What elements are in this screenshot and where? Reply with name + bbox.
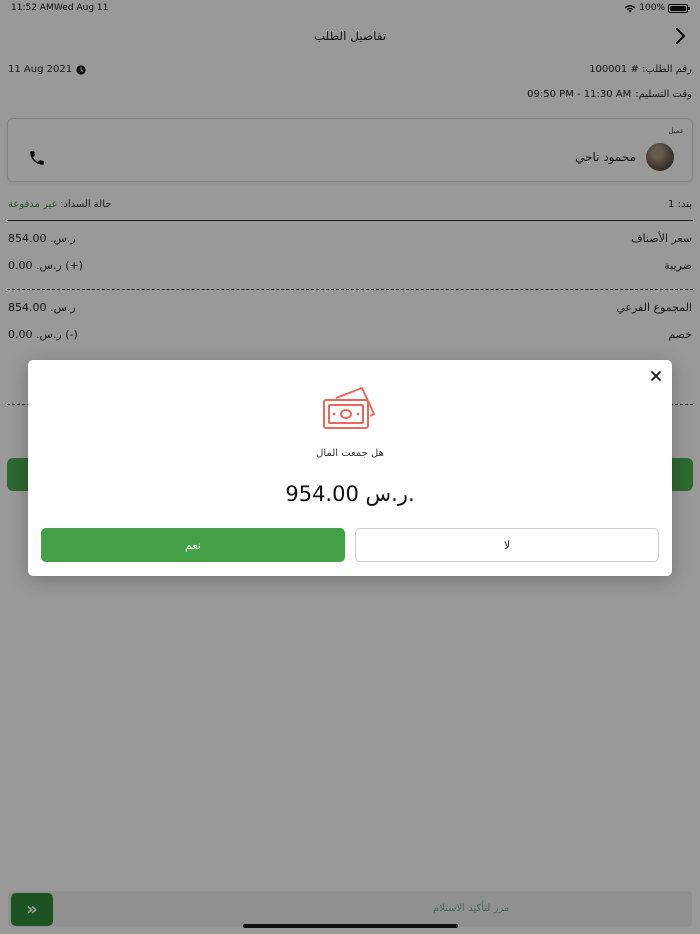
home-indicator	[243, 924, 458, 928]
yes-button[interactable]: نعم	[41, 528, 345, 562]
money-icon	[323, 387, 375, 429]
cash-collected-dialog: هل جمعت المال 954.00 ر.س. نعم لا	[28, 360, 672, 576]
dialog-amount: 954.00 ر.س.	[285, 482, 415, 506]
no-button[interactable]: لا	[355, 528, 659, 562]
close-icon[interactable]	[650, 370, 662, 382]
dialog-question: هل جمعت المال	[316, 448, 384, 459]
